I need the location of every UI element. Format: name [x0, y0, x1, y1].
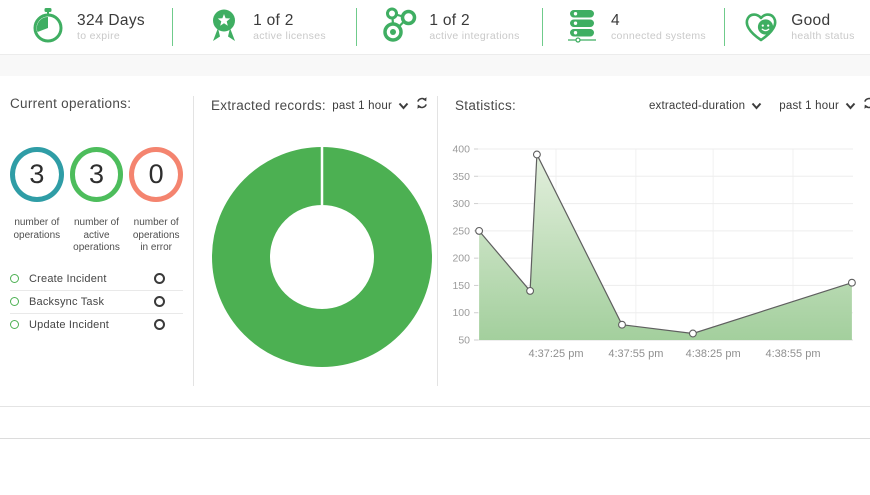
- svg-text:4:37:25 pm: 4:37:25 pm: [528, 348, 583, 360]
- svg-text:4:38:25 pm: 4:38:25 pm: [686, 348, 741, 360]
- counter-label: number of operations: [10, 217, 64, 255]
- statistics-range-dropdown[interactable]: past 1 hour: [779, 100, 839, 112]
- stat-title: 324 Days: [77, 12, 145, 30]
- operations-list: Create Incident Backsync Task Update Inc…: [10, 268, 183, 336]
- extracted-records-donut-chart[interactable]: [212, 147, 432, 367]
- stat-subtitle: active integrations: [429, 30, 519, 42]
- license-medal-icon: [204, 5, 244, 50]
- stat-days-to-expire: 324 Days to expire: [0, 0, 173, 54]
- operation-counters: 3 3 0: [10, 147, 183, 202]
- extracted-records-panel: Extracted records: past 1 hour: [194, 76, 437, 406]
- gear-icon[interactable]: [154, 319, 165, 330]
- chevron-down-icon[interactable]: [398, 97, 409, 115]
- operation-row-create-incident[interactable]: Create Incident: [10, 268, 183, 291]
- operation-label: Create Incident: [29, 273, 107, 285]
- svg-text:300: 300: [452, 198, 470, 210]
- stat-active-integrations: 1 of 2 active integrations: [357, 0, 543, 54]
- statistics-title: Statistics:: [455, 98, 516, 113]
- svg-text:50: 50: [458, 335, 470, 347]
- stat-title: 4: [611, 12, 706, 30]
- operation-label: Backsync Task: [29, 296, 104, 308]
- operation-counter-labels: number of operations number of active op…: [10, 217, 183, 255]
- counter-label: number of operations in error: [129, 217, 183, 255]
- status-dot-icon: [10, 297, 19, 306]
- stat-subtitle: to expire: [77, 30, 145, 42]
- stat-health-status: Good health status: [725, 0, 870, 54]
- svg-text:250: 250: [452, 225, 470, 237]
- current-operations-title: Current operations:: [10, 96, 183, 111]
- svg-text:350: 350: [452, 171, 470, 183]
- stat-subtitle: connected systems: [611, 30, 706, 42]
- svg-text:100: 100: [452, 307, 470, 319]
- counter-label: number of active operations: [70, 217, 124, 255]
- empty-band: [0, 407, 870, 438]
- dashboard-main: Current operations: 3 3 0 number of oper…: [0, 76, 870, 406]
- chevron-down-icon[interactable]: [845, 97, 856, 115]
- stat-connected-systems: 4 connected systems: [543, 0, 725, 54]
- stat-title: 1 of 2: [253, 12, 326, 30]
- svg-text:4:37:55 pm: 4:37:55 pm: [608, 348, 663, 360]
- topbar-gap-strip: [0, 55, 870, 76]
- svg-text:400: 400: [452, 144, 470, 156]
- gear-icon[interactable]: [154, 296, 165, 307]
- counter-operations-in-error: 0: [129, 147, 183, 202]
- footer-area: [0, 439, 870, 495]
- connected-systems-icon: [562, 5, 602, 50]
- svg-text:150: 150: [452, 280, 470, 292]
- status-dot-icon: [10, 320, 19, 329]
- gear-icon[interactable]: [154, 273, 165, 284]
- stat-subtitle: health status: [791, 30, 854, 42]
- stat-subtitle: active licenses: [253, 30, 326, 42]
- statistics-area-chart[interactable]: 400 350 300 250 200 150 100 50 4:37:25 pm 4:37:55…: [438, 133, 870, 370]
- statistics-metric-dropdown[interactable]: extracted-duration: [649, 100, 745, 112]
- health-heart-icon: [740, 5, 782, 50]
- current-operations-panel: Current operations: 3 3 0 number of oper…: [0, 76, 193, 406]
- counter-active-operations: 3: [70, 147, 124, 202]
- refresh-icon[interactable]: [862, 96, 870, 115]
- stat-title: 1 of 2: [429, 12, 519, 30]
- stat-title: Good: [791, 12, 854, 30]
- extracted-range-dropdown[interactable]: past 1 hour: [332, 100, 392, 112]
- stopwatch-icon: [28, 5, 68, 50]
- statistics-chart-svg: 400 350 300 250 200 150 100 50 4:37:25 pm 4:37:55…: [438, 133, 870, 365]
- refresh-icon[interactable]: [415, 96, 429, 115]
- operation-row-backsync-task[interactable]: Backsync Task: [10, 291, 183, 314]
- chevron-down-icon[interactable]: [751, 97, 762, 115]
- stats-topbar: 324 Days to expire 1 of 2 active license…: [0, 0, 870, 55]
- svg-text:4:38:55 pm: 4:38:55 pm: [765, 348, 820, 360]
- status-dot-icon: [10, 274, 19, 283]
- statistics-panel: Statistics: extracted-duration past 1 ho…: [438, 76, 870, 406]
- extracted-records-title: Extracted records:: [211, 98, 326, 113]
- operation-label: Update Incident: [29, 319, 109, 331]
- stat-active-licenses: 1 of 2 active licenses: [173, 0, 357, 54]
- counter-operations: 3: [10, 147, 64, 202]
- operation-row-update-incident[interactable]: Update Incident: [10, 314, 183, 336]
- integrations-icon: [380, 5, 420, 50]
- svg-text:200: 200: [452, 253, 470, 265]
